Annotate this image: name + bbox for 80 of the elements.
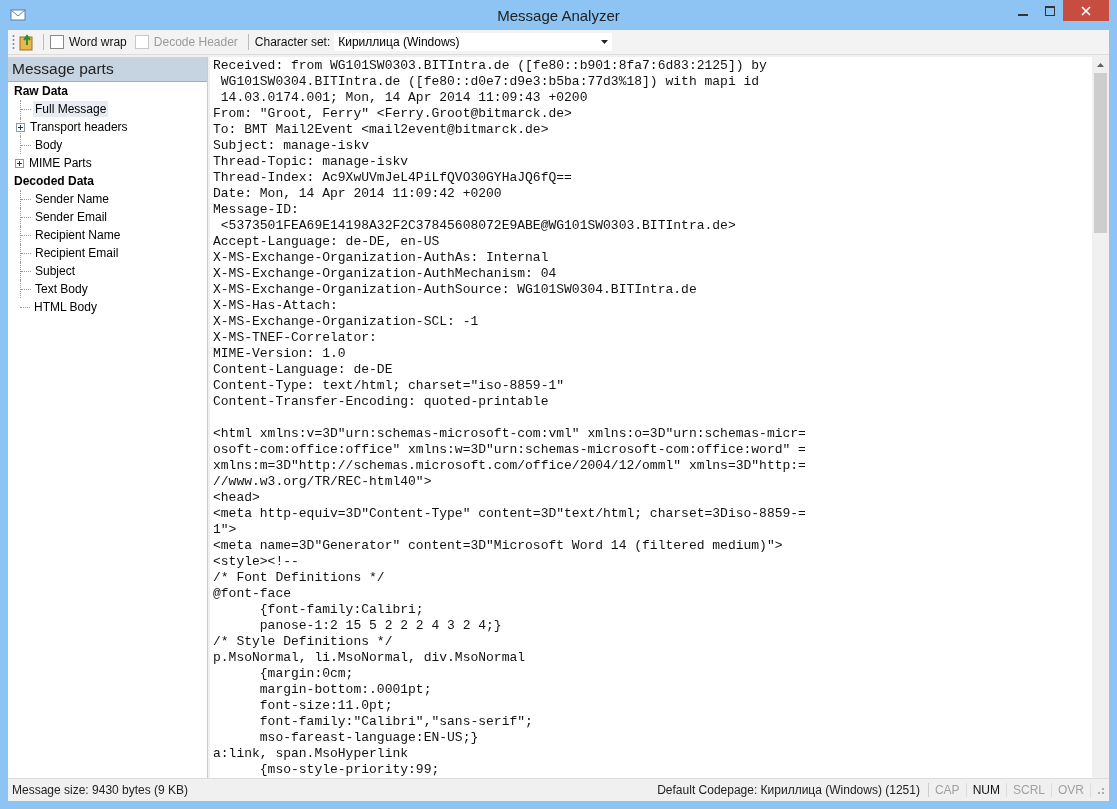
message-line: {font-family:Calibri; (258, 602, 425, 618)
message-line: <head> (213, 490, 261, 506)
dropdown-arrow-icon (601, 40, 609, 44)
checkbox[interactable]: Word wrap (50, 35, 127, 49)
tree-item[interactable]: Sender Name (33, 191, 112, 207)
message-line: To: BMT Mail2Event <mail2event@bitmarck.de> (213, 122, 550, 138)
message-size-text: Message size: 9430 bytes (9 KB) (11, 783, 190, 797)
message-line: X-MS-Exchange-Organization-AuthSource: WG101SW0304.BITIntra.de (213, 282, 698, 298)
message-line: {mso-style-priority:99; (258, 762, 441, 778)
tree-item[interactable]: Recipient Email (33, 245, 121, 261)
key-indicator: NUM (966, 783, 1007, 797)
message-line: a:link, span.MsoHyperlink (213, 746, 410, 762)
message-line: X-MS-Exchange-Organization-AuthAs: Internal (213, 250, 550, 266)
panel-title: Message parts (8, 57, 207, 82)
tree-group-label[interactable]: Raw Data (8, 82, 207, 100)
charset-label: Character set: (254, 35, 331, 49)
codepage-text: Default Codepage: Кириллица (Windows) (1251) (657, 783, 929, 797)
message-line: xmlns:m=3D"http://schemas.microsoft.com/office/2004/12/omml" xmlns=3D"http:= (213, 458, 807, 474)
message-line: <style><!-- (213, 554, 300, 570)
message-line: Received: from WG101SW0303.BITIntra.de ([fe80::b901:8fa7:6d83:2125]) by (213, 58, 768, 74)
message-line: Thread-Index: Ac9XwUVmJeL4PiLfQVO30GYHaJQ6fQ== (213, 170, 573, 186)
message-line: <meta http-equiv=3D"Content-Type" content=3D"text/html; charset=3Diso-8859-= (213, 506, 807, 522)
envelope-icon (10, 8, 26, 22)
message-line: @font-face (213, 586, 292, 602)
message-line: //www.w3.org/TR/REC-html40"> (213, 474, 433, 490)
charset-dropdown[interactable]: Кириллица (Windows) (334, 33, 613, 51)
message-line: Content-Type: text/html; charset="iso-8859-1" (213, 378, 566, 394)
message-line: /* Font Definitions */ (213, 570, 386, 586)
close-icon (1081, 5, 1091, 16)
tree-item[interactable]: Recipient Name (33, 227, 123, 243)
message-line: Content-Transfer-Encoding: quoted-printable (213, 394, 550, 410)
expand-icon[interactable] (15, 158, 24, 168)
message-line: <5373501FEA69E14198A32F2C37845608072E9ABE@WG101SW0303.BITIntra.de> (219, 218, 737, 234)
tree-item[interactable]: HTML Body (32, 299, 99, 315)
message-line: X-MS-Exchange-Organization-AuthMechanism: 04 (213, 266, 558, 282)
expand-icon[interactable] (16, 122, 25, 132)
message-line: Accept-Language: de-DE, en-US (213, 234, 441, 250)
message-line: Subject: manage-iskv (213, 138, 371, 154)
message-line: osoft-com:office:office" xmlns:w=3D"urn:schemas-microsoft-com:office:word" = (213, 442, 807, 458)
message-line: {margin:0cm; (258, 666, 355, 682)
message-line: <meta name=3D"Generator" content=3D"Microsoft Word 14 (filtered medium)"> (213, 538, 784, 554)
message-line: <html xmlns:v=3D"urn:schemas-microsoft-com:vml" xmlns:o=3D"urn:schemas-micr= (213, 426, 807, 442)
tree-item[interactable]: Text Body (33, 281, 90, 297)
key-indicator: SCRL (1006, 783, 1052, 797)
tree-item[interactable]: Full Message (33, 101, 109, 117)
tree-group-label[interactable]: Decoded Data (8, 172, 207, 190)
message-line: font-family:"Calibri","sans-serif"; (258, 714, 534, 730)
key-indicator: OVR (1052, 783, 1091, 797)
vertical-scrollbar[interactable] (1092, 57, 1109, 778)
message-line: panose-1:2 15 5 2 2 2 4 3 2 4;} (258, 618, 503, 634)
message-line: 14.03.0174.001; Mon, 14 Apr 2014 11:09:43 +0200 (219, 90, 589, 106)
tree-item[interactable]: Body (33, 137, 65, 153)
message-line: MIME-Version: 1.0 (213, 346, 347, 362)
minimize-icon (1017, 13, 1028, 16)
message-line: font-size:11.0pt; (258, 698, 394, 714)
message-line: p.MsoNormal, li.MsoNormal, div.MsoNormal (213, 650, 527, 666)
message-line: Date: Mon, 14 Apr 2014 11:09:42 +0200 (213, 186, 503, 202)
key-indicator: CAP (928, 783, 967, 797)
message-line: From: "Groot, Ferry" <Ferry.Groot@bitmarck.de> (213, 106, 573, 122)
scrollbar-thumb[interactable] (1094, 73, 1107, 233)
tree-item[interactable]: Sender Email (33, 209, 110, 225)
message-line: X-MS-Has-Attach: (213, 298, 339, 314)
message-line: mso-fareast-language:EN-US;} (258, 730, 480, 746)
tree-item[interactable]: Transport headers (28, 119, 130, 135)
message-line: X-MS-Exchange-Organization-SCL: -1 (213, 314, 480, 330)
resize-grip-icon (1095, 785, 1105, 795)
maximize-icon (1044, 5, 1055, 16)
message-line: margin-bottom:.0001pt; (258, 682, 433, 698)
message-line: Content-Language: de-DE (213, 362, 394, 378)
message-line: 1"> (213, 522, 238, 538)
message-line: /* Style Definitions */ (213, 634, 394, 650)
message-line: WG101SW0304.BITIntra.de ([fe80::d0e7:d9e3:b5ba:77d3%18]) with mapi id (219, 74, 761, 90)
window-title: Message Analyzer (496, 6, 621, 24)
toolbar-grip-icon (12, 34, 15, 50)
message-line: X-MS-TNEF-Correlator: (213, 330, 378, 346)
tree-item[interactable]: Subject (33, 263, 78, 279)
message-line: Message-ID: (213, 202, 300, 218)
message-line: Thread-Topic: manage-iskv (213, 154, 410, 170)
scroll-up-arrow-icon[interactable] (1097, 63, 1104, 67)
tree-item[interactable]: MIME Parts (27, 155, 94, 171)
